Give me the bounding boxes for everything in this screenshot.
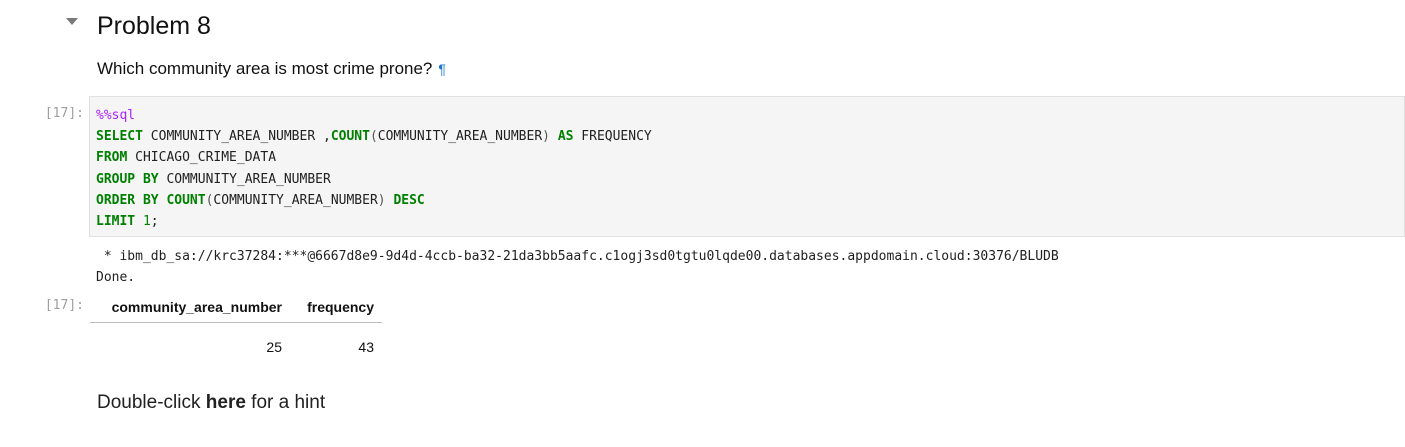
table-header-row: community_area_number frequency <box>90 296 382 323</box>
markdown-question: Which community area is most crime prone… <box>97 57 446 81</box>
code-text: FREQUENCY <box>573 129 652 145</box>
kw-group-by: GROUP BY <box>96 171 159 187</box>
kw-desc: DESC <box>393 192 425 208</box>
output-prompt: [17]: <box>44 298 84 313</box>
kw-limit: LIMIT <box>96 214 136 230</box>
connection-string: * ibm_db_sa://krc37284:***@6667d8e9-9d4d… <box>96 249 1059 264</box>
sql-magic: %%sql <box>96 108 136 123</box>
fn-count: COUNT <box>166 192 206 208</box>
kw-select: SELECT <box>96 129 143 145</box>
kw-from: FROM <box>96 150 128 166</box>
hint-link[interactable]: here <box>206 392 246 413</box>
input-prompt: [17]: <box>44 106 84 121</box>
result-table: community_area_number frequency 25 43 <box>90 296 382 359</box>
kw-order-by: ORDER BY <box>96 192 159 208</box>
code-text: COMMUNITY_AREA_NUMBER <box>377 129 543 145</box>
question-text: Which community area is most crime prone… <box>97 59 433 78</box>
cell-stdout: * ibm_db_sa://krc37284:***@6667d8e9-9d4d… <box>96 246 1059 288</box>
collapse-heading-icon[interactable] <box>66 18 78 25</box>
code-text: ; <box>150 214 159 230</box>
code-text: CHICAGO_CRIME_DATA <box>127 150 277 166</box>
fn-count: COUNT <box>330 129 370 145</box>
anchor-link-icon[interactable]: ¶ <box>438 61 446 77</box>
table-cell: 25 <box>266 339 282 355</box>
kw-as: AS <box>557 129 574 145</box>
table-cell: 43 <box>358 339 374 355</box>
sql-code[interactable]: %%sql SELECT COMMUNITY_AREA_NUMBER ,COUN… <box>96 105 652 232</box>
paren: ) <box>377 192 386 208</box>
hint-markdown[interactable]: Double-click here for a hint <box>97 390 325 416</box>
code-cell-editor[interactable]: %%sql SELECT COMMUNITY_AREA_NUMBER ,COUN… <box>89 96 1405 237</box>
section-heading: Problem 8 <box>97 12 211 40</box>
hint-suffix: for a hint <box>245 392 326 413</box>
code-text: COMMUNITY_AREA_NUMBER , <box>142 129 331 145</box>
number-literal: 1 <box>142 214 151 230</box>
code-text: COMMUNITY_AREA_NUMBER <box>213 192 378 208</box>
column-header: frequency <box>290 296 382 323</box>
paren: ) <box>542 129 550 145</box>
paren: ( <box>369 129 378 145</box>
done-text: Done. <box>96 270 136 285</box>
table-row: 25 43 <box>90 323 382 360</box>
hint-prefix: Double-click <box>97 392 206 413</box>
code-text: COMMUNITY_AREA_NUMBER <box>158 171 331 187</box>
column-header: community_area_number <box>90 296 290 323</box>
